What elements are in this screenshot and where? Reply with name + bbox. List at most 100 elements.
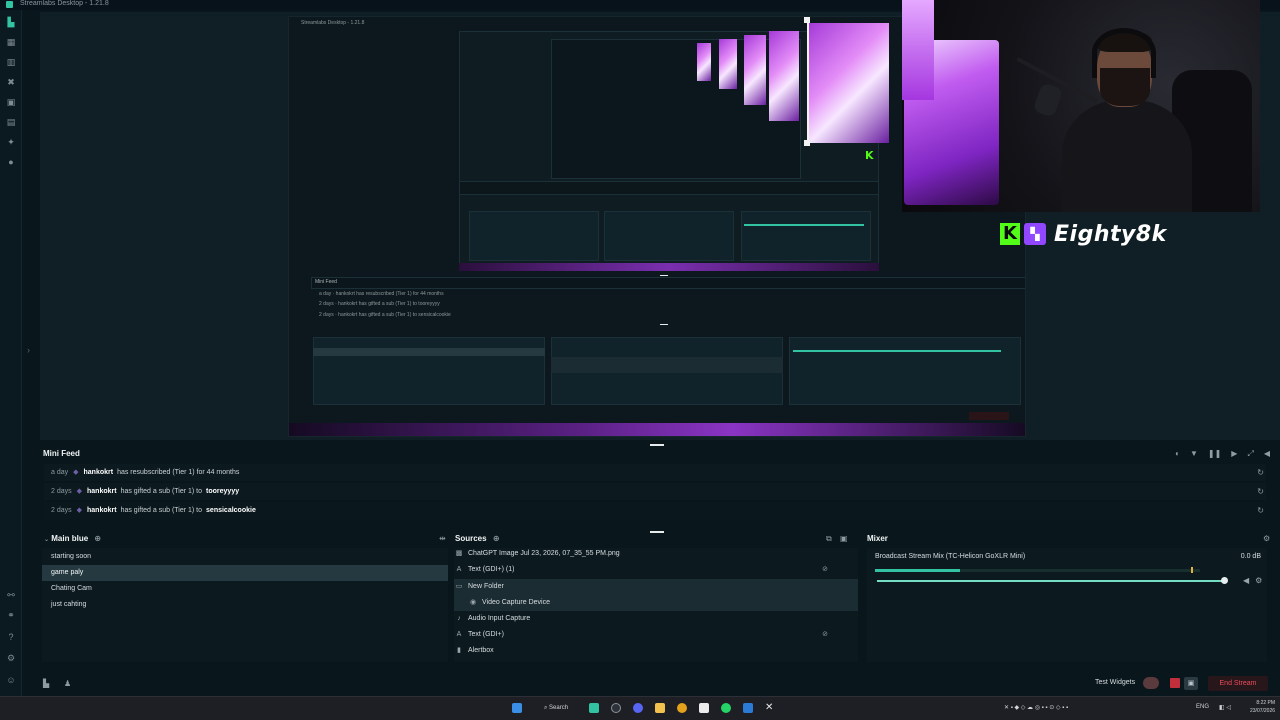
feed-user[interactable]: hankokrt bbox=[87, 483, 117, 500]
settings-taskbar-icon[interactable] bbox=[611, 703, 621, 713]
filter-icon[interactable]: ▼ bbox=[1190, 449, 1198, 459]
webcam-overlay[interactable] bbox=[902, 0, 1260, 212]
source-label: Alertbox bbox=[468, 647, 494, 654]
chrome-icon[interactable] bbox=[677, 703, 687, 713]
dashboard-icon[interactable]: ▦ bbox=[6, 37, 16, 47]
gear-icon[interactable]: ⚙ bbox=[1263, 534, 1270, 543]
tools-icon[interactable]: ✖ bbox=[6, 77, 16, 87]
scene-collection-title[interactable]: Main blue bbox=[51, 534, 88, 543]
source-item[interactable]: ▮ Alertbox bbox=[454, 643, 858, 659]
editor-icon[interactable]: ▙ bbox=[6, 17, 16, 27]
lock-icon[interactable]: ⊘ bbox=[822, 562, 828, 578]
skip-icon[interactable]: ▶ bbox=[1231, 449, 1237, 459]
selection-handle[interactable] bbox=[804, 17, 810, 23]
feed-user[interactable]: hankokrt bbox=[84, 464, 114, 481]
nested-glow bbox=[769, 31, 799, 121]
start-icon[interactable] bbox=[512, 703, 522, 713]
whatsapp-icon[interactable] bbox=[721, 703, 731, 713]
shield-icon[interactable]: ◐ bbox=[1175, 449, 1180, 459]
nested-glow bbox=[809, 23, 889, 143]
sources-title: Sources bbox=[455, 534, 487, 543]
volume-icon[interactable]: ◀ bbox=[1264, 449, 1270, 459]
end-stream-button[interactable]: End Stream bbox=[1208, 676, 1268, 691]
source-folder[interactable]: ▭ New Folder bbox=[454, 579, 858, 595]
settings-icon[interactable]: ⚙ bbox=[6, 653, 16, 663]
feed-time: a day bbox=[51, 469, 69, 476]
performance-icon[interactable]: ▙ bbox=[43, 679, 49, 688]
pause-icon[interactable]: ❚❚ bbox=[1208, 449, 1221, 459]
volume-slider[interactable] bbox=[877, 580, 1225, 582]
gift-icon: ◆ bbox=[76, 507, 83, 514]
nested-meter bbox=[744, 224, 864, 226]
nested-kick-logo: K bbox=[865, 149, 874, 162]
feed-target[interactable]: sensicalcookie bbox=[206, 502, 256, 519]
test-widgets-toggle[interactable] bbox=[1143, 677, 1159, 689]
gear-icon[interactable]: ⚙ bbox=[1255, 576, 1262, 585]
source-item[interactable]: ◉ Video Capture Device bbox=[454, 595, 858, 611]
store-icon[interactable]: ▣ bbox=[6, 97, 16, 107]
apps-icon[interactable]: ▤ bbox=[6, 117, 16, 127]
mixer-panel: Broadcast Stream Mix (TC-Helicon GoXLR M… bbox=[867, 548, 1267, 662]
capcut-icon[interactable] bbox=[699, 703, 709, 713]
nested-mixer-panel bbox=[789, 337, 1021, 405]
source-label: New Folder bbox=[468, 583, 504, 590]
streamlabs-taskbar-icon[interactable] bbox=[589, 703, 599, 713]
volume-slider-handle[interactable] bbox=[1221, 577, 1228, 584]
speaker-icon[interactable]: ◀ bbox=[1243, 576, 1249, 585]
repeat-alert-icon[interactable]: ↻ bbox=[1257, 502, 1264, 519]
twitch-logo-icon: ▚ bbox=[1024, 223, 1046, 245]
help-icon[interactable]: ? bbox=[6, 632, 16, 642]
discord-icon[interactable] bbox=[633, 703, 643, 713]
feed-user[interactable]: hankokrt bbox=[87, 502, 117, 519]
mini-feed-title: Mini Feed bbox=[43, 449, 80, 458]
scene-item[interactable]: just cahting bbox=[42, 597, 448, 613]
record-button[interactable] bbox=[1170, 678, 1180, 688]
source-item[interactable]: A Text (GDI+) (1) ⊘ bbox=[454, 562, 858, 578]
language-indicator[interactable]: ENG bbox=[1196, 704, 1209, 710]
source-label: Audio Input Capture bbox=[468, 615, 531, 622]
source-settings-icon[interactable]: ⧉ bbox=[826, 534, 832, 544]
add-scene-icon[interactable]: ⊕ bbox=[94, 534, 101, 543]
headset bbox=[1092, 28, 1156, 78]
audio-meter-level bbox=[875, 569, 960, 572]
nested-feed-row: 2 days · hankokrt has gifted a sub (Tier… bbox=[319, 301, 440, 307]
add-folder-icon[interactable]: ▣ bbox=[840, 534, 848, 543]
layout-icon[interactable]: ⚭ bbox=[6, 610, 16, 620]
alert-box-icon[interactable]: ● bbox=[6, 157, 16, 167]
scene-item[interactable]: Chating Cam bbox=[42, 581, 448, 597]
notification-icon[interactable]: ♟ bbox=[64, 679, 71, 688]
library-icon[interactable]: ▥ bbox=[6, 57, 16, 67]
profile-icon[interactable]: ☺ bbox=[6, 675, 16, 685]
source-item[interactable]: ♪ Audio Input Capture bbox=[454, 611, 858, 627]
capture-icon[interactable]: ✕ bbox=[765, 703, 775, 713]
chevron-right-icon[interactable]: › bbox=[27, 345, 30, 355]
feed-target[interactable]: tooreyyyy bbox=[206, 483, 239, 500]
taskbar-search[interactable]: ⌕ Search bbox=[536, 701, 582, 715]
studio-mode-icon[interactable]: ⚯ bbox=[6, 590, 16, 600]
audio-meter-peak bbox=[1191, 567, 1193, 573]
nested-scenes bbox=[469, 211, 599, 261]
expand-icon[interactable]: ⤢ bbox=[1247, 449, 1253, 459]
scene-item[interactable]: game paly bbox=[42, 565, 448, 581]
resize-handle[interactable] bbox=[650, 531, 664, 533]
system-clock[interactable]: 8:22 PM 23/07/2026 bbox=[1250, 699, 1275, 715]
source-item[interactable]: A Text (GDI+) ⊘ bbox=[454, 627, 858, 643]
add-source-icon[interactable]: ⊕ bbox=[493, 534, 500, 543]
test-widgets-label[interactable]: Test Widgets bbox=[1095, 679, 1135, 686]
nested-minifeed-title: Mini Feed bbox=[315, 279, 337, 285]
lock-icon[interactable]: ⊘ bbox=[822, 627, 828, 643]
highlighter-icon[interactable]: ✦ bbox=[6, 137, 16, 147]
source-item[interactable]: ▩ ChatGPT Image Jul 23, 2026, 07_35_55 P… bbox=[454, 546, 858, 562]
network-sound-icons[interactable]: ◧ ◁ bbox=[1219, 704, 1231, 711]
app-icon[interactable] bbox=[743, 703, 753, 713]
source-label: ChatGPT Image Jul 23, 2026, 07_35_55 PM.… bbox=[468, 550, 620, 557]
selection-handle[interactable] bbox=[804, 140, 810, 146]
file-explorer-icon[interactable] bbox=[655, 703, 665, 713]
scene-item[interactable]: starting soon bbox=[42, 549, 448, 565]
repeat-alert-icon[interactable]: ↻ bbox=[1257, 483, 1264, 500]
replay-buffer-button[interactable]: ▣ bbox=[1184, 677, 1198, 690]
chevron-down-icon[interactable]: ⌄ bbox=[44, 537, 49, 543]
mini-feed: Mini Feed ◐ ▼ ❚❚ ▶ ⤢ ◀ a day ◆ hankokrt … bbox=[40, 446, 1280, 524]
transition-icon[interactable]: ⇹ bbox=[439, 534, 446, 543]
repeat-alert-icon[interactable]: ↻ bbox=[1257, 464, 1264, 481]
